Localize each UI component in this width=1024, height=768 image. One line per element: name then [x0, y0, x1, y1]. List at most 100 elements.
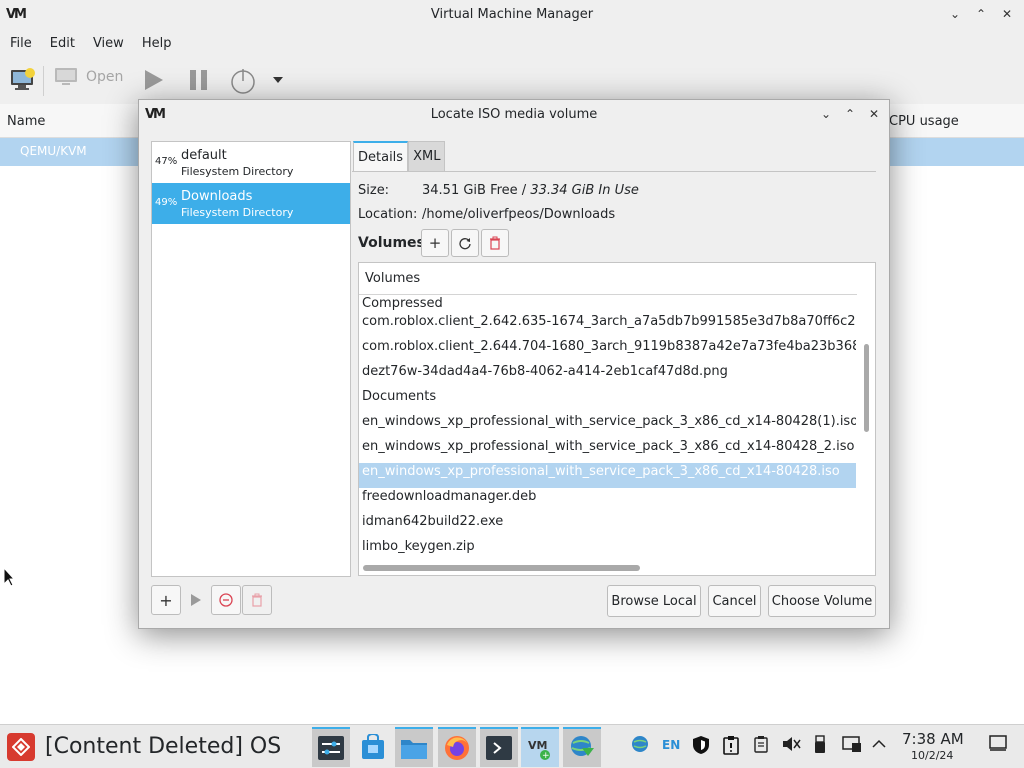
clock-date[interactable]: 10/2/24 [911, 749, 953, 762]
volume-row[interactable]: en_windows_xp_professional_with_service_… [359, 413, 856, 438]
tray-expand-icon[interactable] [872, 738, 886, 753]
vertical-scrollbar[interactable] [859, 295, 873, 557]
choose-volume-button[interactable]: Choose Volume [768, 585, 876, 617]
volumes-list: Compressed com.roblox.client_2.642.635-16… [359, 295, 856, 557]
show-desktop-icon[interactable] [989, 735, 1007, 755]
tab-panel-border [352, 171, 876, 172]
tray-language[interactable]: EN [662, 738, 680, 752]
stop-pool-button[interactable] [211, 585, 241, 615]
location-label: Location: [358, 207, 418, 222]
size-free: 34.51 GiB Free [422, 183, 518, 198]
delete-pool-button[interactable] [242, 585, 272, 615]
pool-item-downloads[interactable]: 49% Downloads Filesystem Directory [152, 183, 350, 224]
menu-edit[interactable]: Edit [44, 36, 81, 51]
volume-row[interactable]: Compressed [359, 295, 856, 313]
horizontal-scroll-thumb[interactable] [363, 565, 640, 571]
close-icon[interactable]: ✕ [998, 5, 1016, 23]
storage-pool-list: 47% default Filesystem Directory 49% Dow… [151, 141, 351, 577]
volume-row[interactable]: en_windows_xp_professional_with_service_… [359, 438, 856, 463]
virt-manager-icon: VM+ [528, 739, 550, 761]
shutdown-button[interactable] [229, 67, 257, 95]
volume-row[interactable]: idman642build22.exe [359, 513, 856, 538]
tray-clipboard-icon[interactable] [752, 735, 770, 757]
taskbar-app-virt-manager[interactable]: VM + [521, 727, 559, 767]
main-toolbar: Open [0, 56, 1024, 104]
dialog-maximize-icon[interactable]: ⌃ [841, 105, 859, 123]
volume-row[interactable]: en_windows_xp_professional_with_service_… [359, 463, 856, 488]
tab-xml[interactable]: XML [408, 141, 446, 171]
plus-icon: + [159, 590, 173, 610]
browse-local-button[interactable]: Browse Local [607, 585, 701, 617]
power-icon [231, 69, 255, 94]
dialog-close-icon[interactable]: ✕ [865, 105, 883, 123]
dropdown-arrow-icon [273, 77, 283, 83]
tray-usb-icon[interactable] [812, 735, 828, 759]
menu-view[interactable]: View [87, 36, 130, 51]
new-vm-icon [11, 68, 35, 90]
taskbar-app-firefox[interactable] [438, 727, 476, 767]
connection-label: QEMU/KVM [20, 144, 87, 158]
volume-row[interactable]: limbo_keygen.zip [359, 538, 856, 557]
tray-network-globe-icon[interactable] [631, 735, 649, 757]
pool-details: Details XML Size: 34.51 GiB Free / 33.34… [352, 141, 878, 577]
dialog-titlebar: VM Locate ISO media volume ⌄ ⌃ ✕ [139, 100, 889, 130]
volume-row[interactable]: dezt76w-34dad4a4-76b8-4062-a414-2eb1caf4… [359, 363, 856, 388]
size-value: 34.51 GiB Free / 33.34 GiB In Use [422, 183, 639, 198]
delete-volume-button[interactable] [481, 229, 509, 257]
volumes-column-header[interactable]: Volumes [365, 271, 420, 286]
start-pool-button[interactable] [181, 585, 211, 615]
volume-row[interactable]: com.roblox.client_2.642.635-1674_3arch_a… [359, 313, 856, 338]
column-cpu-usage[interactable]: CPU usage [889, 114, 959, 129]
tab-details[interactable]: Details [353, 141, 409, 171]
minimize-icon[interactable]: ⌄ [946, 5, 964, 23]
start-menu-icon[interactable] [7, 733, 35, 761]
pause-icon [190, 70, 207, 90]
cancel-button[interactable]: Cancel [708, 585, 761, 617]
size-separator: / [517, 183, 531, 198]
size-used: 33.34 GiB In Use [530, 183, 639, 198]
main-titlebar: VM Virtual Machine Manager ⌄ ⌃ ✕ [0, 0, 1024, 30]
new-vm-button[interactable] [9, 66, 37, 92]
menubar: File Edit View Help [0, 30, 1024, 56]
menu-help[interactable]: Help [136, 36, 178, 51]
volumes-table-header: Volumes [359, 263, 857, 295]
tray-shield-icon[interactable] [691, 735, 711, 759]
taskbar-app-settings[interactable] [312, 727, 350, 767]
volume-actions: + [421, 229, 509, 257]
volume-row[interactable]: freedownloadmanager.deb [359, 488, 856, 513]
shutdown-menu-button[interactable] [272, 76, 284, 84]
taskbar-app-files[interactable] [395, 727, 433, 767]
pool-type: Filesystem Directory [181, 165, 294, 178]
tray-display-icon[interactable] [842, 735, 862, 757]
taskbar-app-download-manager[interactable] [563, 727, 601, 767]
menu-file[interactable]: File [4, 36, 38, 51]
tray-volume-muted-icon[interactable] [781, 735, 801, 757]
volumes-label: Volumes [358, 235, 425, 251]
maximize-icon[interactable]: ⌃ [972, 5, 990, 23]
vertical-scroll-thumb[interactable] [864, 344, 869, 432]
refresh-volumes-button[interactable] [451, 229, 479, 257]
pool-actions: + [151, 585, 272, 615]
pool-item-default[interactable]: 47% default Filesystem Directory [152, 142, 350, 183]
pool-usage-percent: 47% [155, 156, 178, 167]
trash-icon [252, 593, 262, 607]
taskbar-app-terminal[interactable] [480, 727, 518, 767]
volume-row[interactable]: Documents [359, 388, 856, 413]
open-button[interactable]: Open [54, 66, 123, 88]
play-icon [145, 70, 163, 90]
run-button[interactable] [143, 68, 165, 92]
volume-row[interactable]: com.roblox.client_2.644.704-1680_3arch_9… [359, 338, 856, 363]
add-volume-button[interactable]: + [421, 229, 449, 257]
locate-iso-dialog: VM Locate ISO media volume ⌄ ⌃ ✕ 47% def… [138, 99, 890, 629]
folder-icon [401, 740, 427, 759]
column-name[interactable]: Name [7, 114, 45, 129]
toolbar-separator [43, 66, 44, 96]
clock-time[interactable]: 7:38 AM [902, 730, 964, 748]
dialog-minimize-icon[interactable]: ⌄ [817, 105, 835, 123]
taskbar: [Content Deleted] OS VM + EN 7:38 AM 10/… [0, 724, 1024, 768]
taskbar-app-store[interactable] [354, 727, 392, 767]
horizontal-scrollbar[interactable] [359, 557, 857, 575]
pause-button[interactable] [188, 69, 210, 91]
add-pool-button[interactable]: + [151, 585, 181, 615]
tray-notification-icon[interactable] [721, 735, 741, 759]
